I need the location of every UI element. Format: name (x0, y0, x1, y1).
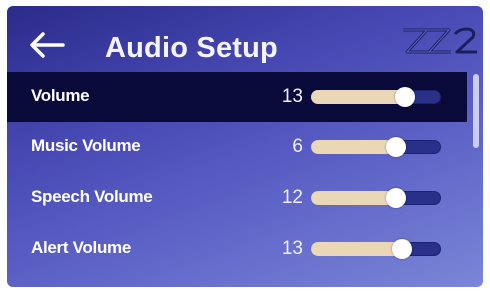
zz2-logo (403, 27, 477, 54)
slider-fill (311, 140, 396, 154)
setting-row-alert-volume[interactable]: Alert Volume 13 (7, 224, 467, 275)
setting-value: 6 (292, 136, 303, 157)
slider-thumb[interactable] (386, 188, 406, 208)
slider-fill (311, 191, 396, 205)
slider-thumb[interactable] (395, 87, 415, 107)
setting-value: 12 (281, 187, 303, 208)
slider-fill (311, 242, 402, 256)
setting-value: 13 (281, 86, 303, 107)
alert-volume-slider[interactable] (311, 239, 441, 259)
slider-fill (311, 90, 405, 104)
screen: Audio Setup Volume 13 Music Volume 6 Spe… (7, 6, 483, 287)
setting-row-music-volume[interactable]: Music Volume 6 (7, 122, 467, 173)
setting-row-volume[interactable]: Volume 13 (7, 72, 467, 122)
music-volume-slider[interactable] (311, 137, 441, 157)
setting-label: Volume (31, 86, 90, 105)
page-title: Audio Setup (105, 32, 278, 64)
slider-thumb[interactable] (386, 137, 406, 157)
setting-row-speech-volume[interactable]: Speech Volume 12 (7, 173, 467, 224)
settings-list: Volume 13 Music Volume 6 Speech Volume 1… (7, 72, 467, 275)
scrollbar[interactable] (473, 74, 479, 279)
header: Audio Setup (7, 6, 483, 72)
setting-value: 13 (281, 238, 303, 259)
scrollbar-thumb[interactable] (473, 74, 479, 148)
speech-volume-slider[interactable] (311, 188, 441, 208)
volume-slider[interactable] (311, 87, 441, 107)
setting-label: Music Volume (31, 136, 141, 155)
setting-label: Speech Volume (31, 187, 153, 206)
arrow-left-icon[interactable] (29, 32, 65, 58)
slider-thumb[interactable] (392, 239, 412, 259)
setting-label: Alert Volume (31, 238, 131, 257)
